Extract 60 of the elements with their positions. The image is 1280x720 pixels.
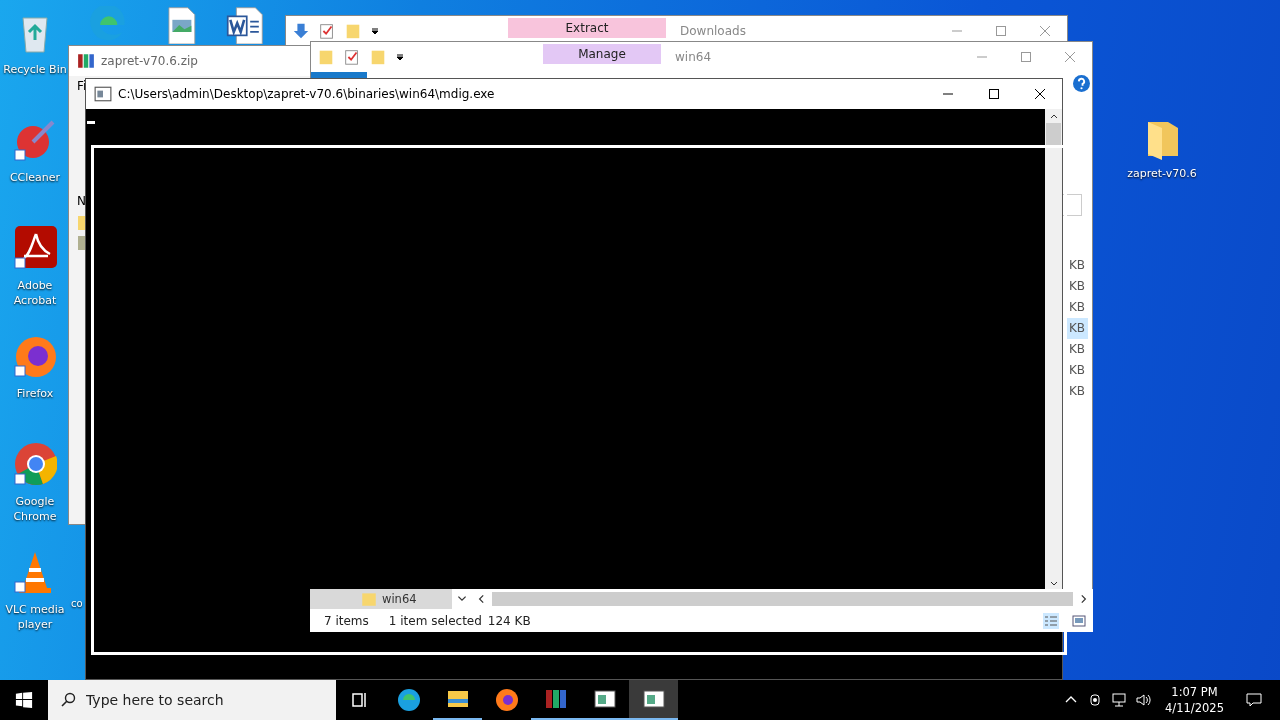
- ribbon-tab[interactable]: Manage: [543, 44, 661, 64]
- search-field[interactable]: [1063, 194, 1082, 216]
- speaker-icon[interactable]: [1135, 692, 1152, 708]
- scrollbar[interactable]: [1045, 109, 1062, 591]
- firefox-icon[interactable]: [13, 334, 57, 378]
- size-cell[interactable]: KB: [1066, 297, 1088, 318]
- dropdown-icon[interactable]: [395, 52, 405, 62]
- status-text: 1 item selected: [388, 613, 482, 628]
- maximize-icon[interactable]: [988, 88, 1000, 100]
- acrobat-icon[interactable]: [13, 226, 57, 270]
- size-cell[interactable]: KB: [1066, 255, 1088, 276]
- console-icon[interactable]: [94, 85, 112, 103]
- chrome-icon[interactable]: [13, 442, 57, 486]
- notification-icon[interactable]: [1246, 692, 1262, 708]
- size-cell[interactable]: KB: [1066, 318, 1088, 339]
- word-icon[interactable]: [226, 6, 264, 44]
- search-icon: [60, 692, 76, 708]
- window-title: zapret-v70.6.zip: [101, 54, 198, 68]
- search-field[interactable]: Type here to search: [48, 680, 336, 720]
- menu-item[interactable]: Fi: [77, 79, 87, 93]
- console-icon: [592, 687, 617, 711]
- window-title: C:\Users\admin\Desktop\zapret-v70.6\binaries\win64\mdig.exe: [118, 87, 495, 101]
- status-text: 124 KB: [487, 613, 531, 628]
- console-icon: [641, 687, 666, 711]
- file-icon: [78, 216, 86, 230]
- size-cell[interactable]: KB: [1066, 276, 1088, 297]
- column-header[interactable]: N: [77, 194, 86, 208]
- nav-tree-item[interactable]: win64: [310, 589, 452, 609]
- ribbon-tab[interactable]: Extract: [508, 18, 666, 38]
- edge-icon: [396, 688, 421, 712]
- windows-start-icon[interactable]: [15, 691, 33, 709]
- clock-time[interactable]: 1:07 PM: [1171, 684, 1218, 700]
- books-icon[interactable]: [77, 52, 95, 70]
- details-view-icon[interactable]: [1043, 612, 1059, 629]
- status-text: 7 items: [324, 613, 369, 628]
- taskbar-app-button[interactable]: [629, 680, 678, 720]
- dropdown-icon[interactable]: [370, 26, 380, 36]
- firefox-icon: [494, 688, 519, 712]
- size-cell[interactable]: KB: [1066, 381, 1088, 402]
- text-cursor: [87, 121, 95, 124]
- download-icon[interactable]: [292, 22, 310, 40]
- properties-icon[interactable]: [318, 22, 336, 40]
- window-title: win64: [675, 50, 712, 64]
- books-icon: [543, 687, 568, 711]
- clock-date[interactable]: 4/11/2025: [1165, 700, 1224, 716]
- window-title: Downloads: [680, 24, 746, 38]
- scroll-thumb[interactable]: [1046, 123, 1061, 145]
- horizontal-scrollbar[interactable]: [492, 592, 1073, 606]
- size-cell[interactable]: KB: [1066, 360, 1088, 381]
- help-icon[interactable]: [1073, 75, 1090, 92]
- file-icon: [78, 236, 86, 250]
- folder-icon: [360, 590, 378, 608]
- size-cell[interactable]: KB: [1066, 339, 1088, 360]
- network-icon[interactable]: [1111, 692, 1128, 708]
- folder-name[interactable]: win64: [382, 592, 417, 606]
- ccleaner-icon[interactable]: [13, 118, 57, 162]
- desktop-icon-label[interactable]: zapret-v70.6: [1127, 166, 1197, 181]
- properties-icon[interactable]: [343, 48, 361, 66]
- close-icon[interactable]: [1034, 88, 1046, 100]
- large-icons-view-icon[interactable]: [1071, 612, 1087, 629]
